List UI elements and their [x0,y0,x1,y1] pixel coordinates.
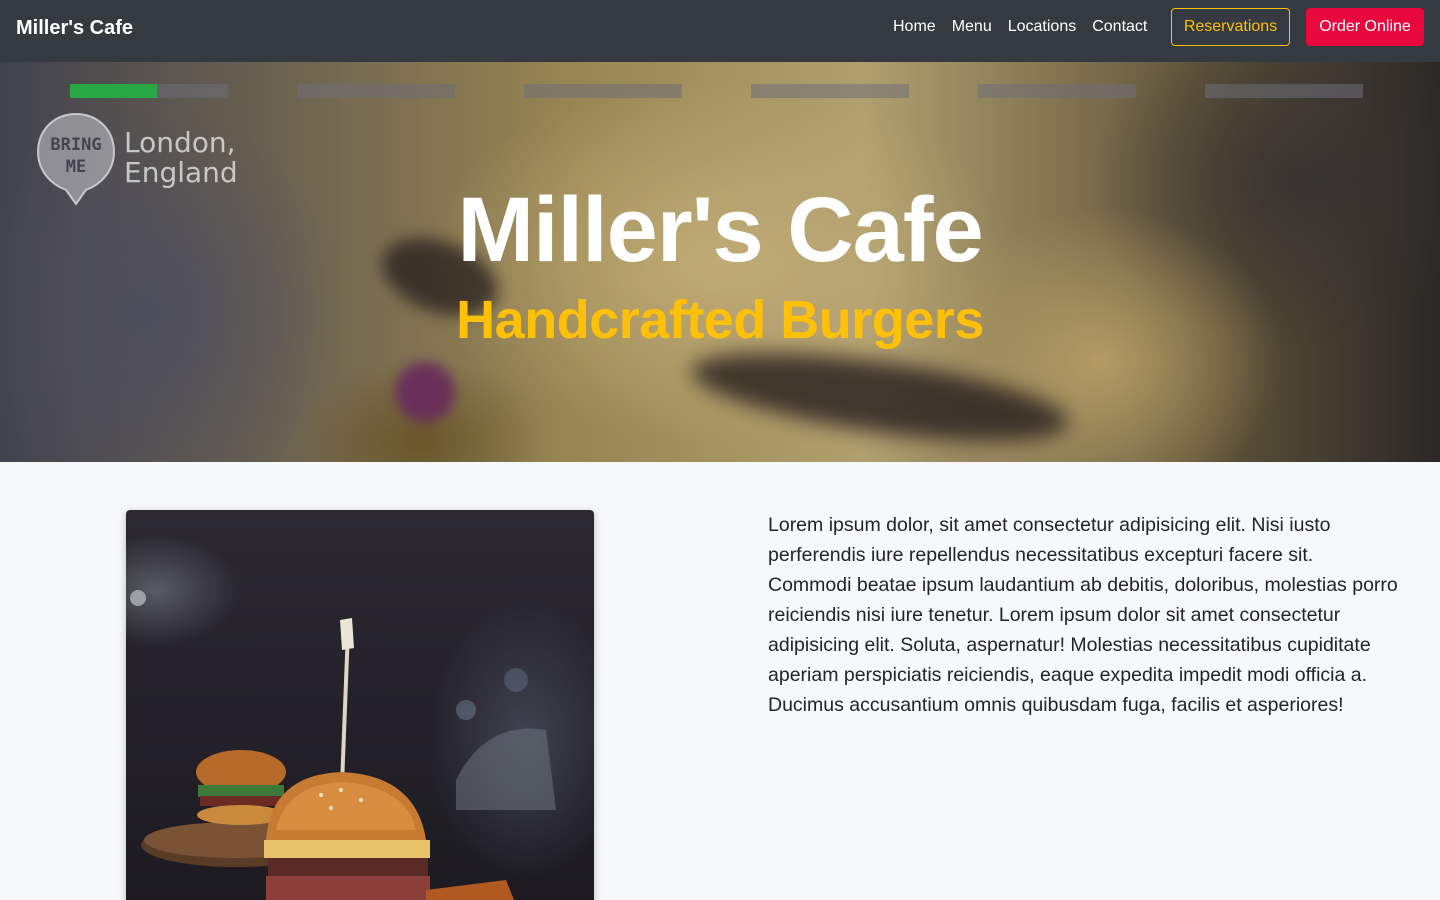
nav-link-locations[interactable]: Locations [1000,17,1085,37]
carousel-indicator-3[interactable] [524,84,682,98]
logo-location: London, England [124,128,238,188]
reservations-button[interactable]: Reservations [1171,8,1290,46]
order-online-button[interactable]: Order Online [1306,8,1424,46]
carousel-indicator-5[interactable] [978,84,1136,98]
navbar: Miller's Cafe Home Menu Locations Contac… [0,0,1440,62]
carousel-indicator-6[interactable] [1205,84,1363,98]
burger-photo [126,510,594,900]
logo-badge-line2: ME [66,157,86,177]
logo-badge-line1: BRING [50,135,101,155]
nav-link-home[interactable]: Home [885,17,944,37]
nav-link-contact[interactable]: Contact [1084,17,1155,37]
carousel-indicator-2[interactable] [297,84,455,98]
logo-location-line1: London, [124,126,236,159]
carousel-indicator-4[interactable] [751,84,909,98]
hero-title: Miller's Cafe [457,179,983,281]
hero-banner: BRING ME London, England Miller's Cafe H… [0,62,1440,462]
burger-illustration [130,590,556,900]
intro-paragraph: Lorem ipsum dolor, sit amet consectetur … [768,514,1398,716]
nav-link-menu[interactable]: Menu [944,17,1000,37]
nav-links: Home Menu Locations Contact [885,17,1155,37]
hero-subtitle: Handcrafted Burgers [456,290,984,350]
carousel-indicator-1[interactable] [70,84,228,98]
brand-logo[interactable]: Miller's Cafe [16,17,133,40]
carousel-progress-fill [70,84,157,98]
